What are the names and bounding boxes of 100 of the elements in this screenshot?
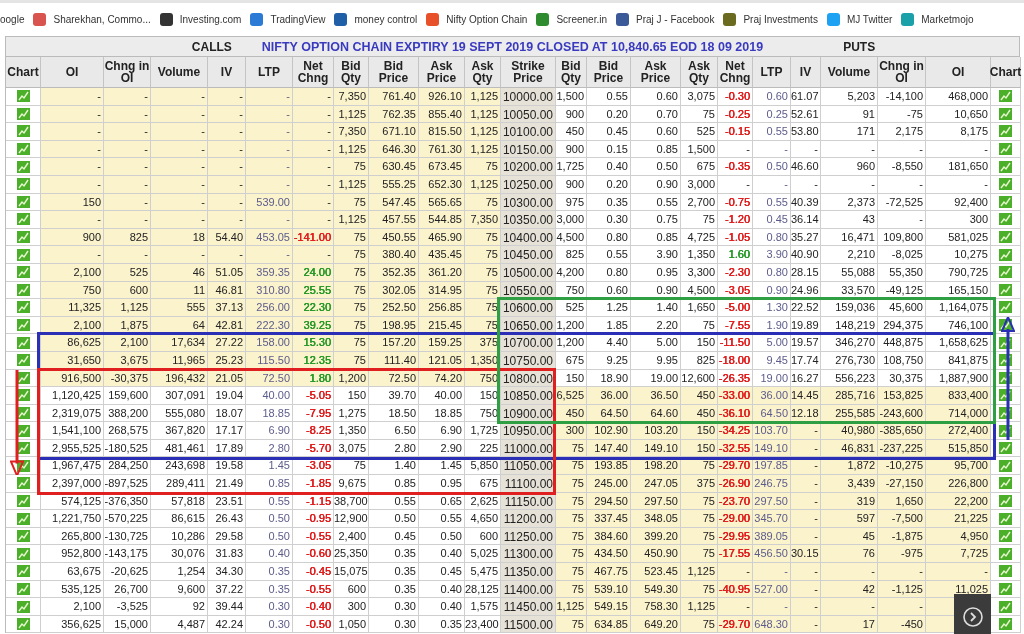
column-header: Bid Price <box>369 57 419 88</box>
table-cell: 523.45 <box>631 563 681 581</box>
table-cell: 1,125 <box>465 88 501 106</box>
table-cell: -8,550 <box>878 158 926 176</box>
table-cell: - <box>821 598 878 616</box>
table-cell: - <box>104 158 151 176</box>
table-cell: 0.45 <box>419 563 465 581</box>
bookmark-link[interactable]: Sharekhan, Commo... <box>53 14 151 25</box>
table-cell: 247.05 <box>631 475 681 493</box>
bookmark-icon[interactable] <box>723 13 737 26</box>
table-cell: - <box>151 211 208 229</box>
table-cell: 46.60 <box>791 158 821 176</box>
table-cell: 337.45 <box>587 510 631 528</box>
table-cell: 457.55 <box>369 211 419 229</box>
table-cell: 0.45 <box>753 211 791 229</box>
table-cell: - <box>41 246 104 264</box>
column-header: Ask Price <box>419 57 465 88</box>
table-cell: 7,350 <box>465 211 501 229</box>
chevron-icon <box>961 605 984 628</box>
bookmark-link[interactable]: MJ Twitter <box>846 14 893 25</box>
table-cell: - <box>293 211 334 229</box>
table-cell: 0.50 <box>246 510 293 528</box>
table-cell: 468,000 <box>926 88 991 106</box>
table-cell: - <box>791 475 821 493</box>
bookmark-link[interactable]: Investing.com <box>179 14 242 25</box>
table-cell: 3,075 <box>681 88 718 106</box>
table-cell: 1,125 <box>681 598 718 616</box>
table-cell: 450 <box>556 123 587 141</box>
column-header: Volume <box>151 57 208 88</box>
table-cell: 0.60 <box>631 88 681 106</box>
column-header: Net Chng <box>293 57 334 88</box>
table-cell: 0.55 <box>419 510 465 528</box>
table-cell: 0.55 <box>587 88 631 106</box>
table-cell: 53.80 <box>791 123 821 141</box>
table-cell: - <box>104 88 151 106</box>
table-cell: 367,820 <box>151 422 208 440</box>
table-cell: 245.00 <box>587 475 631 493</box>
table-cell: 26.43 <box>208 510 246 528</box>
table-cell: 673.45 <box>419 158 465 176</box>
table-cell: 1,500 <box>556 88 587 106</box>
table-cell: 0.60 <box>631 123 681 141</box>
bookmark-link[interactable]: money control <box>354 14 418 25</box>
column-header: OI <box>926 57 991 88</box>
table-cell: - <box>246 123 293 141</box>
table-cell: - <box>753 598 791 616</box>
table-cell: 7,350 <box>334 123 369 141</box>
table-cell: 3.90 <box>631 246 681 264</box>
table-cell: -3,525 <box>104 598 151 616</box>
table-cell: 435.45 <box>419 246 465 264</box>
bookmark-icon[interactable] <box>334 13 348 26</box>
column-header: Ask Qty <box>681 57 718 88</box>
table-cell: -570,225 <box>104 510 151 528</box>
table-cell: 1,120,425 <box>41 387 104 405</box>
table-cell: -27,150 <box>878 475 926 493</box>
table-cell: 30.15 <box>791 545 821 564</box>
table-cell: - <box>293 158 334 176</box>
table-cell: - <box>104 211 151 229</box>
table-cell: 256.85 <box>419 299 465 317</box>
table-cell: 7,725 <box>926 545 991 564</box>
table-cell: 450.90 <box>631 545 681 564</box>
strike-cell: 11100.00 <box>501 475 556 493</box>
table-cell: 450 <box>681 387 718 405</box>
bookmark-icon[interactable] <box>159 13 173 26</box>
table-cell: 75 <box>681 545 718 564</box>
table-cell: 40.00 <box>246 387 293 405</box>
table-cell: 0.40 <box>587 158 631 176</box>
table-cell: 40.90 <box>791 246 821 264</box>
table-cell: 761.40 <box>369 88 419 106</box>
table-cell: 307,091 <box>151 387 208 405</box>
table-cell: - <box>151 123 208 141</box>
table-cell: 1,254 <box>151 563 208 581</box>
bookmark-link[interactable]: Praj J - Facebook <box>636 14 715 25</box>
table-cell: - <box>718 598 753 616</box>
bookmark-link[interactable]: Praj Investments <box>743 14 818 25</box>
column-header: Bid Qty <box>334 57 369 88</box>
bookmark-link[interactable]: Marketmojo <box>921 14 974 25</box>
table-cell: - <box>293 88 334 106</box>
table-cell: 6.50 <box>369 422 419 440</box>
column-header: LTP <box>753 57 791 88</box>
bookmark-link[interactable]: oogle <box>0 14 25 25</box>
bookmark-link[interactable]: TradingView <box>270 14 326 25</box>
table-cell: 1,125 <box>104 299 151 317</box>
table-cell: -29.00 <box>718 510 753 528</box>
table-cell: -0.95 <box>293 510 334 528</box>
table-cell: 285,716 <box>821 387 878 405</box>
table-cell: 0.40 <box>419 598 465 616</box>
table-cell: -0.60 <box>293 545 334 564</box>
table-cell: - <box>208 88 246 106</box>
table-cell: 467.75 <box>587 563 631 581</box>
table-cell: 348.05 <box>631 510 681 528</box>
bookmark-icon[interactable] <box>616 13 630 26</box>
table-cell: 1,350 <box>334 422 369 440</box>
bookmark-link[interactable]: Screener.in <box>556 14 608 25</box>
table-cell: 597 <box>821 510 878 528</box>
bookmark-link[interactable]: Nifty Option Chain <box>446 14 528 25</box>
table-cell: 181,650 <box>926 158 991 176</box>
table-cell: 11,325 <box>41 299 104 317</box>
strike-cell: 10100.00 <box>501 123 556 141</box>
scroll-button[interactable] <box>954 594 991 634</box>
column-header: Chng in OI <box>104 57 151 88</box>
